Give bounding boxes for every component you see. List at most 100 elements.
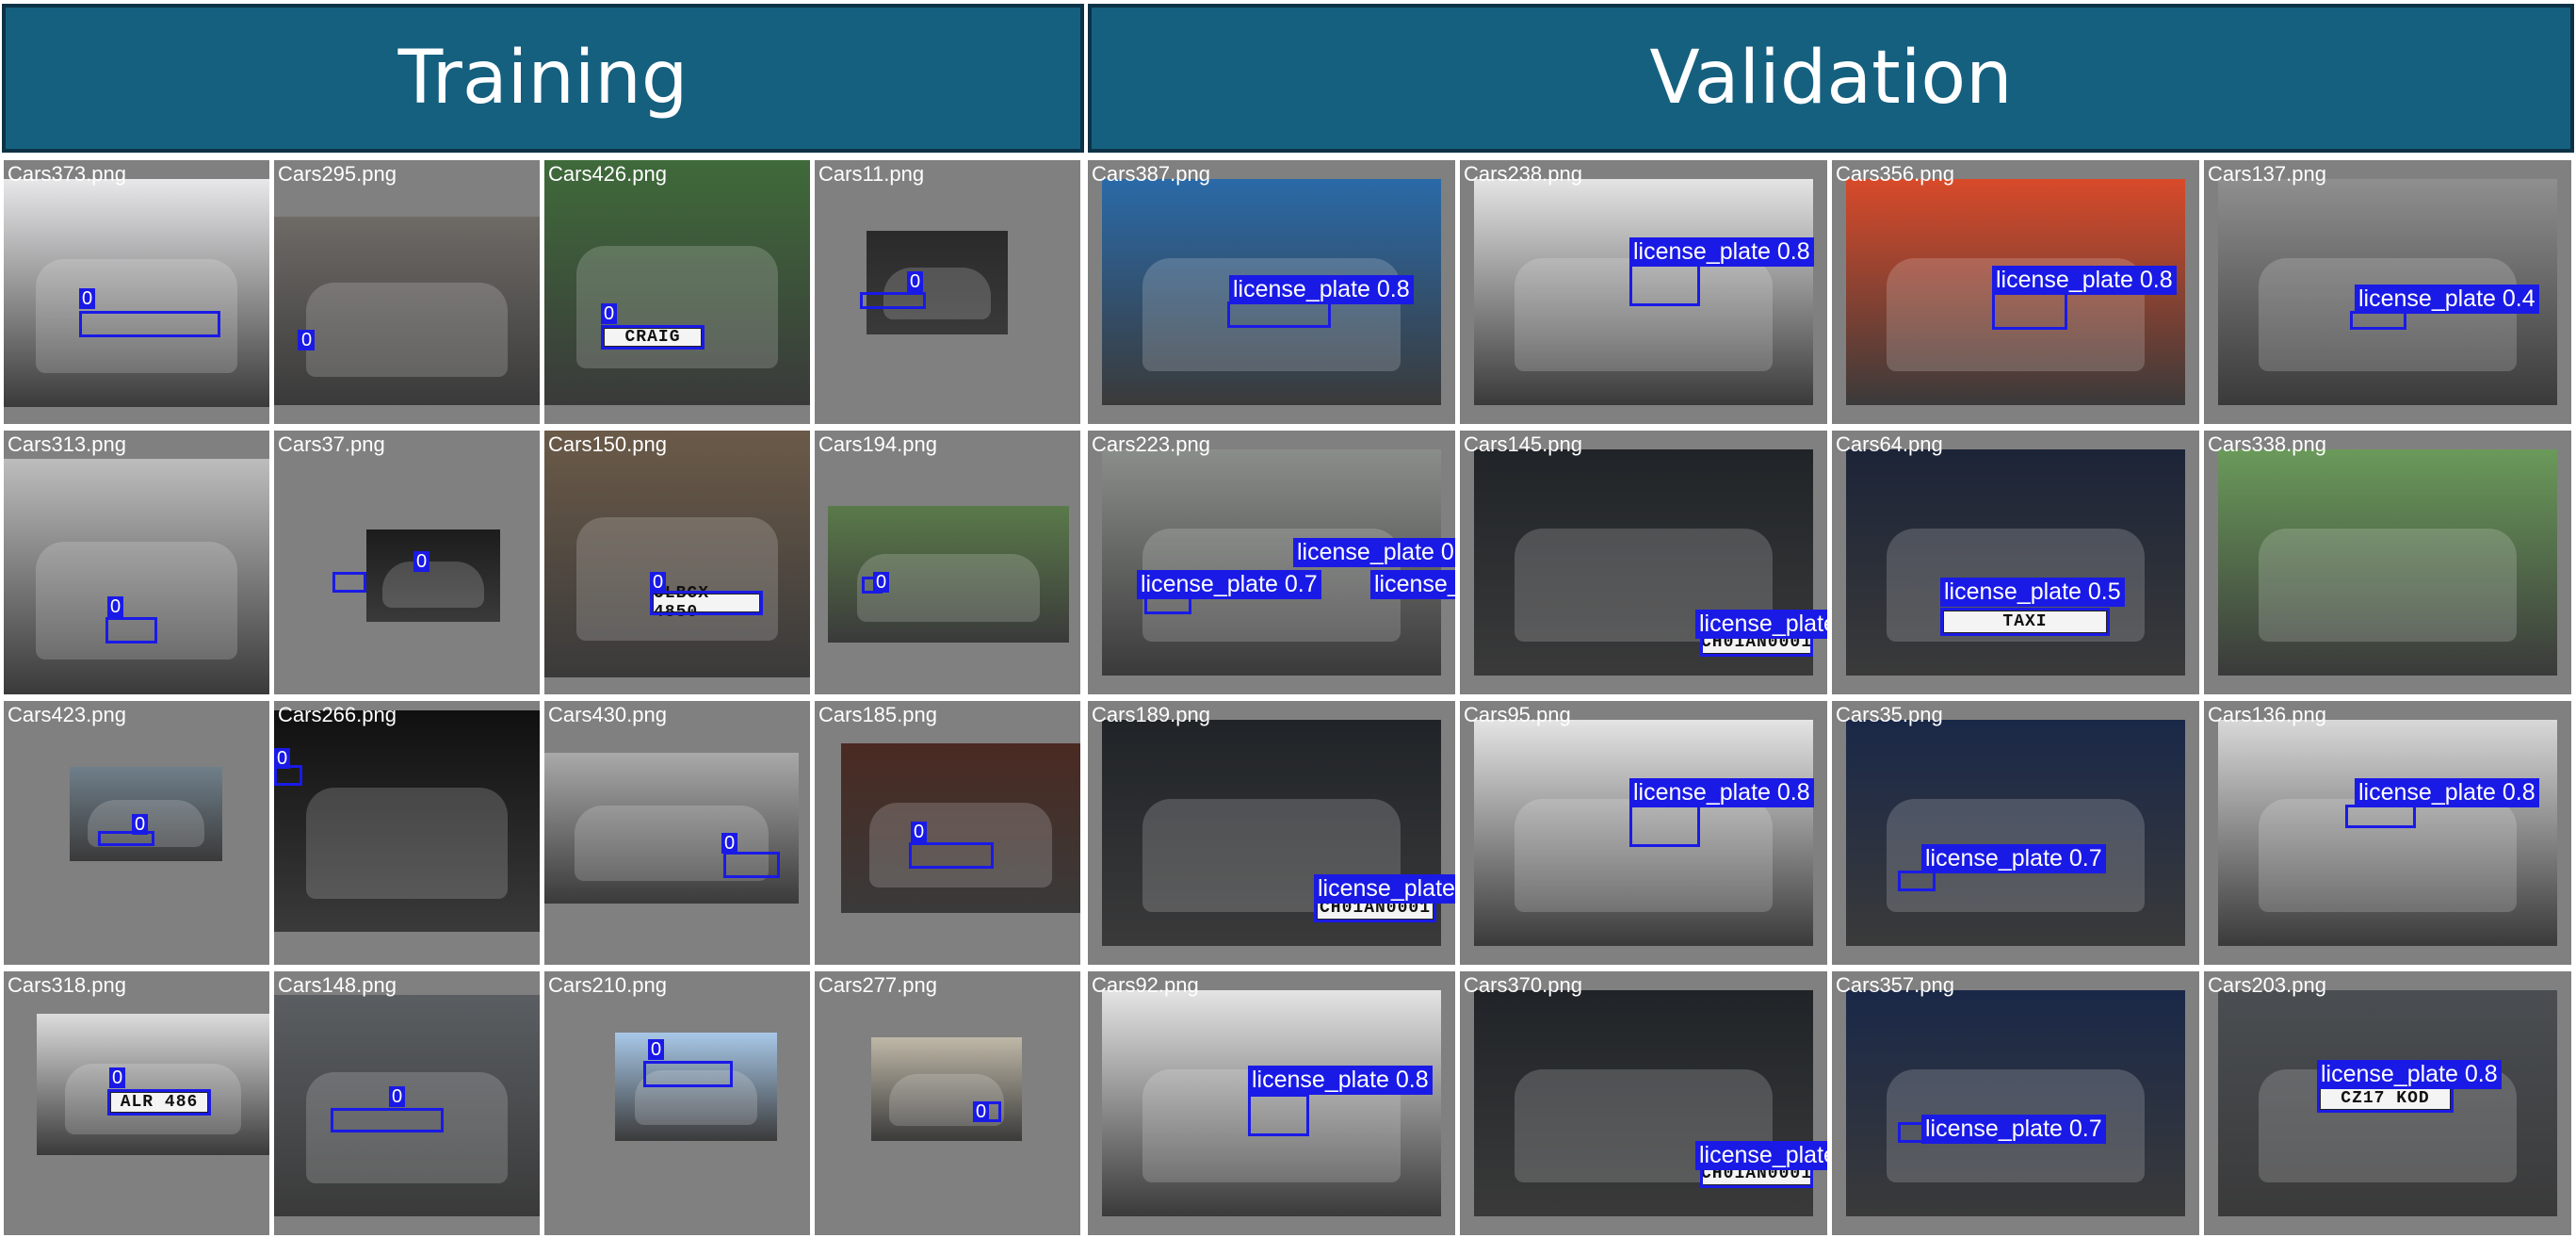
image-tile[interactable]: Cars266.png 0	[274, 701, 540, 965]
image-tile[interactable]: Cars194.png 0	[815, 431, 1080, 694]
file-name-label: Cars295.png	[278, 162, 397, 186]
image-tile[interactable]: Cars430.png 0	[544, 701, 810, 965]
class-label: 0	[132, 814, 149, 835]
detection-label: license_plate 0.8	[1695, 610, 1827, 639]
car-body	[305, 283, 509, 377]
car-body	[382, 562, 484, 609]
bounding-box	[1940, 608, 2110, 636]
image-tile[interactable]: Cars357.png license_plate 0.7	[1832, 971, 2199, 1235]
image-tile[interactable]: Cars136.png license_plate 0.8	[2204, 701, 2571, 965]
file-name-label: Cars11.png	[818, 162, 925, 186]
image-tile[interactable]: Cars370.pngCH01AN0001license_plate 0.8	[1460, 971, 1827, 1235]
image-tile[interactable]: Cars92.png license_plate 0.8	[1088, 971, 1455, 1235]
image-tile[interactable]: Cars35.png license_plate 0.7	[1832, 701, 2199, 965]
detection-label: license_plate 0.4	[2355, 285, 2539, 314]
image-tile[interactable]: Cars423.png 0	[4, 701, 269, 965]
image-tile[interactable]: Cars338.png	[2204, 431, 2571, 694]
class-label: 0	[907, 271, 924, 292]
image-tile[interactable]: Cars37.png 0	[274, 431, 540, 694]
car-body	[305, 788, 509, 899]
bounding-box	[1629, 805, 1700, 847]
bounding-box	[1898, 871, 1936, 891]
file-name-label: Cars356.png	[1836, 162, 1954, 186]
detection-label: license_plate 0.8	[1314, 874, 1455, 904]
bounding-box	[107, 1089, 211, 1116]
file-name-label: Cars137.png	[2208, 162, 2326, 186]
file-name-label: Cars210.png	[548, 973, 667, 997]
bounding-box	[723, 852, 780, 878]
file-name-label: Cars37.png	[278, 432, 385, 456]
file-name-label: Cars277.png	[818, 973, 937, 997]
image-tile[interactable]: Cars185.png 0	[815, 701, 1080, 965]
file-name-label: Cars426.png	[548, 162, 667, 186]
class-label: 0	[911, 822, 928, 842]
image-tile[interactable]: Cars373.png 0	[4, 160, 269, 424]
image-tile[interactable]: Cars313.png 0	[4, 431, 269, 694]
file-name-label: Cars92.png	[1092, 973, 1199, 997]
file-name-label: Cars370.png	[1464, 973, 1582, 997]
bounding-box	[1629, 264, 1700, 306]
file-name-label: Cars266.png	[278, 703, 397, 726]
bounding-box	[1248, 1094, 1309, 1136]
class-label: 0	[650, 572, 667, 593]
validation-header: Validation	[1088, 4, 2574, 153]
bounding-box	[2350, 311, 2406, 330]
class-label: 0	[79, 288, 96, 309]
class-label: 0	[873, 572, 890, 593]
image-tile[interactable]: Cars387.png license_plate 0.8	[1088, 160, 1455, 424]
image-tile[interactable]: Cars223.png license_plate 0.7 license_plat…	[1088, 431, 1455, 694]
class-label: 0	[721, 833, 738, 854]
image-tile[interactable]: Cars189.pngCH01AN0001license_plate 0.8	[1088, 701, 1455, 965]
file-name-label: Cars64.png	[1836, 432, 1943, 456]
detection-label: license_plate 0.8	[1229, 275, 1414, 304]
car-body	[575, 516, 779, 641]
image-tile[interactable]: Cars64.png TAXI license_plate 0.5	[1832, 431, 2199, 694]
bounding-box	[601, 325, 705, 350]
image-tile[interactable]: Cars238.png license_plate 0.8	[1460, 160, 1827, 424]
image-tile[interactable]: Cars137.png license_plate 0.4	[2204, 160, 2571, 424]
image-tile[interactable]: Cars277.png 0	[815, 971, 1080, 1235]
image-tile[interactable]: Cars11.png 0	[815, 160, 1080, 424]
class-label: 0	[389, 1086, 406, 1107]
image-tile[interactable]: Cars356.png license_plate 0.8	[1832, 160, 2199, 424]
image-tile[interactable]: Cars426.png CRAIG 0	[544, 160, 810, 424]
image-tile[interactable]: Cars150.png OLBCX 4850 0	[544, 431, 810, 694]
detection-label: license_plate 0.8	[2317, 1060, 2502, 1089]
validation-title: Validation	[1649, 36, 2013, 121]
bounding-box	[79, 311, 220, 337]
bounding-box	[1227, 301, 1331, 328]
bounding-box	[332, 572, 366, 593]
detection-label: license_plate 0.8	[1248, 1066, 1433, 1095]
file-name-label: Cars136.png	[2208, 703, 2326, 726]
detection-label: license_plate 0.7	[1921, 1115, 2106, 1144]
image-tile[interactable]: Cars295.png 0	[274, 160, 540, 424]
file-name-label: Cars387.png	[1092, 162, 1210, 186]
class-label: 0	[601, 303, 618, 324]
training-header: Training	[2, 4, 1084, 153]
file-name-label: Cars150.png	[548, 432, 667, 456]
car-body	[2259, 529, 2517, 642]
detection-label: license_plate 0.8	[1629, 778, 1814, 807]
file-name-label: Cars357.png	[1836, 973, 1954, 997]
image-tile[interactable]: Cars95.png license_plate 0.8	[1460, 701, 1827, 965]
class-label: 0	[973, 1101, 990, 1122]
file-name-label: Cars35.png	[1836, 703, 1943, 726]
file-name-label: Cars148.png	[278, 973, 397, 997]
image-tile[interactable]: Cars148.png 0	[274, 971, 540, 1235]
file-name-label: Cars223.png	[1092, 432, 1210, 456]
detection-label: license_plate 0.7	[1293, 538, 1455, 567]
file-name-label: Cars373.png	[8, 162, 126, 186]
file-name-label: Cars313.png	[8, 432, 126, 456]
file-name-label: Cars338.png	[2208, 432, 2326, 456]
detection-label: license_plate 0.7	[1921, 844, 2106, 873]
image-tile[interactable]: Cars203.png CZ17 KOD license_plate 0.8	[2204, 971, 2571, 1235]
image-tile[interactable]: Cars145.pngCH01AN0001license_plate 0.8	[1460, 431, 1827, 694]
bounding-box	[643, 1061, 733, 1087]
bounding-box	[1992, 292, 2067, 330]
file-name-label: Cars95.png	[1464, 703, 1571, 726]
file-name-label: Cars423.png	[8, 703, 126, 726]
class-label: 0	[299, 330, 316, 350]
bounding-box	[105, 617, 157, 643]
image-tile[interactable]: Cars210.png 0	[544, 971, 810, 1235]
image-tile[interactable]: Cars318.png ALR 486 0	[4, 971, 269, 1235]
